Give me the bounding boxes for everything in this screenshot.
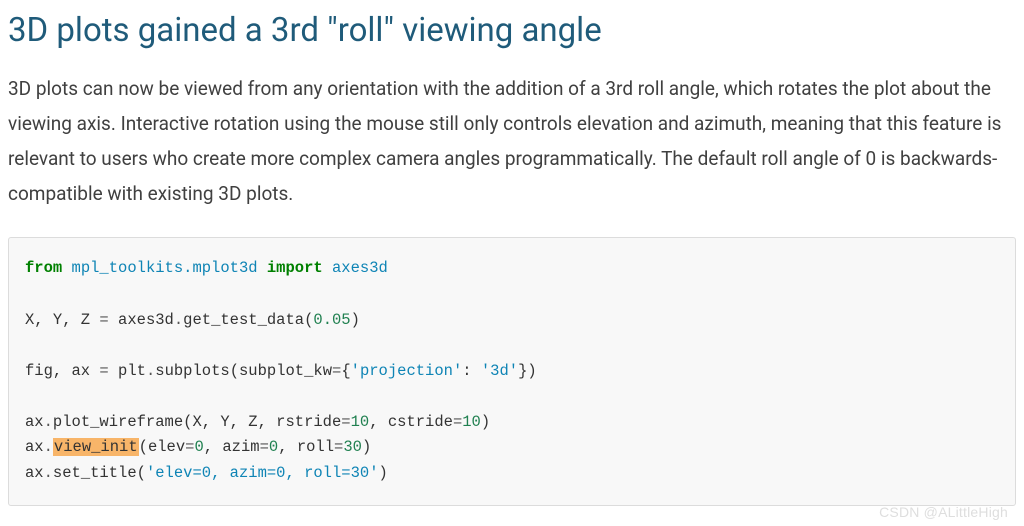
fn-highlighted: view_init bbox=[53, 438, 139, 456]
string: '3d' bbox=[481, 362, 518, 380]
number: 10 bbox=[351, 413, 370, 431]
fn-name: subplots bbox=[155, 362, 229, 380]
fn-name: set_title bbox=[53, 464, 137, 482]
args: , roll bbox=[278, 438, 334, 456]
paren: ) bbox=[362, 438, 371, 456]
watermark: CSDN @ALittleHigh bbox=[879, 504, 1008, 520]
code-vars: X, Y, Z bbox=[25, 311, 99, 329]
number: 0 bbox=[194, 438, 203, 456]
module-name: mpl_toolkits.mplot3d bbox=[72, 259, 258, 277]
op-dot: . bbox=[44, 413, 53, 431]
args: (X, Y, Z, rstride bbox=[183, 413, 341, 431]
colon: : bbox=[462, 362, 481, 380]
op-eq: = bbox=[334, 438, 343, 456]
op-eq: = bbox=[332, 362, 341, 380]
op-dot: . bbox=[44, 464, 53, 482]
code-ax: ax bbox=[25, 438, 44, 456]
description-paragraph: 3D plots can now be viewed from any orie… bbox=[8, 71, 1016, 212]
number: 10 bbox=[462, 413, 481, 431]
code-ax: ax bbox=[25, 413, 44, 431]
op-eq: = bbox=[341, 413, 350, 431]
paren: ) bbox=[527, 362, 536, 380]
number: 0.05 bbox=[313, 311, 350, 329]
paren: ) bbox=[481, 413, 490, 431]
code-vars: fig, ax bbox=[25, 362, 99, 380]
op-dot: . bbox=[44, 438, 53, 456]
op-dot: . bbox=[174, 311, 183, 329]
string: 'elev=0, azim=0, roll=30' bbox=[146, 464, 379, 482]
brace: { bbox=[341, 362, 350, 380]
kw-import: import bbox=[267, 259, 323, 277]
paren: ) bbox=[379, 464, 388, 482]
args: , cstride bbox=[369, 413, 453, 431]
brace: } bbox=[518, 362, 527, 380]
string: 'projection' bbox=[351, 362, 463, 380]
code-ax: ax bbox=[25, 464, 44, 482]
module-name: axes3d bbox=[332, 259, 388, 277]
fn-name: get_test_data bbox=[183, 311, 304, 329]
op-dot: . bbox=[146, 362, 155, 380]
paren: ) bbox=[351, 311, 360, 329]
op-eq: = bbox=[99, 362, 108, 380]
code-call: plt bbox=[109, 362, 146, 380]
arg-name: subplot_kw bbox=[239, 362, 332, 380]
paren: ( bbox=[304, 311, 313, 329]
paren: ( bbox=[230, 362, 239, 380]
paren: ( bbox=[137, 464, 146, 482]
args: (elev bbox=[139, 438, 186, 456]
code-block: from mpl_toolkits.mplot3d import axes3d … bbox=[8, 237, 1016, 505]
kw-from: from bbox=[25, 259, 62, 277]
section-heading: 3D plots gained a 3rd "roll" viewing ang… bbox=[8, 10, 1016, 53]
op-eq: = bbox=[453, 413, 462, 431]
number: 30 bbox=[343, 438, 362, 456]
op-eq: = bbox=[99, 311, 108, 329]
op-eq: = bbox=[260, 438, 269, 456]
number: 0 bbox=[269, 438, 278, 456]
fn-name: plot_wireframe bbox=[53, 413, 183, 431]
args: , azim bbox=[204, 438, 260, 456]
code-call: axes3d bbox=[109, 311, 174, 329]
